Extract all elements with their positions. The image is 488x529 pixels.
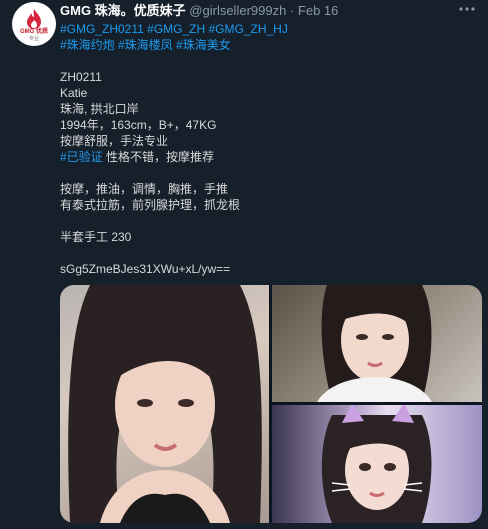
- tweet-date[interactable]: Feb 16: [298, 3, 338, 18]
- handle[interactable]: @girlseller999zh: [189, 3, 286, 18]
- portrait-image: [317, 285, 432, 402]
- avatar-sub-text: 专业: [28, 36, 39, 42]
- services-line-2: 有泰式拉筋，前列腺护理，抓龙根: [60, 198, 241, 212]
- verified-line: #已验证 性格不错，按摩推荐: [60, 149, 475, 165]
- portrait-image: [68, 285, 262, 523]
- hash-line: sGg5ZmeBJes31XWu+xL/yw==: [60, 262, 231, 276]
- profile-code: ZH0211: [60, 70, 102, 84]
- avatar[interactable]: GMG 优质 专业: [12, 2, 56, 46]
- more-options-button[interactable]: [458, 2, 476, 19]
- more-icon: [459, 7, 475, 11]
- photo-1[interactable]: [60, 285, 269, 523]
- media-grid: [60, 285, 482, 523]
- services-line-1: 按摩，推油，调情，胸推，手推: [60, 182, 229, 196]
- verified-text: 性格不错，按摩推荐: [102, 150, 215, 164]
- portrait-image: [321, 405, 432, 523]
- profile-name: Katie: [60, 86, 88, 100]
- photo-3[interactable]: [272, 405, 482, 523]
- hashtags-line-2[interactable]: #珠海约炮 #珠海楼凤 #珠海美女: [60, 37, 475, 53]
- service-quality: 按摩舒服，手法专业: [60, 134, 169, 148]
- tweet-header: GMG 珠海。优质妹子 @girlseller999zh · Feb 16: [60, 2, 338, 20]
- display-name[interactable]: GMG 珠海。优质妹子: [60, 3, 186, 18]
- avatar-brand-text: GMG 优质: [20, 29, 48, 35]
- tweet[interactable]: GMG 优质 专业 GMG 珠海。优质妹子 @girlseller999zh ·…: [0, 0, 488, 529]
- separator-dot: ·: [289, 3, 295, 18]
- photo-2[interactable]: [272, 285, 482, 402]
- hashtags-line-1[interactable]: #GMG_ZH0211 #GMG_ZH #GMG_ZH_HJ: [60, 21, 475, 37]
- tweet-text: #GMG_ZH0211 #GMG_ZH #GMG_ZH_HJ #珠海约炮 #珠海…: [60, 21, 475, 277]
- flame-logo-icon: [27, 9, 41, 29]
- price-line: 半套手工 230: [60, 230, 132, 244]
- profile-location: 珠海, 拱北口岸: [60, 102, 139, 116]
- verified-hashtag[interactable]: #已验证: [60, 150, 103, 164]
- profile-stats: 1994年，163cm，B+，47KG: [60, 118, 217, 132]
